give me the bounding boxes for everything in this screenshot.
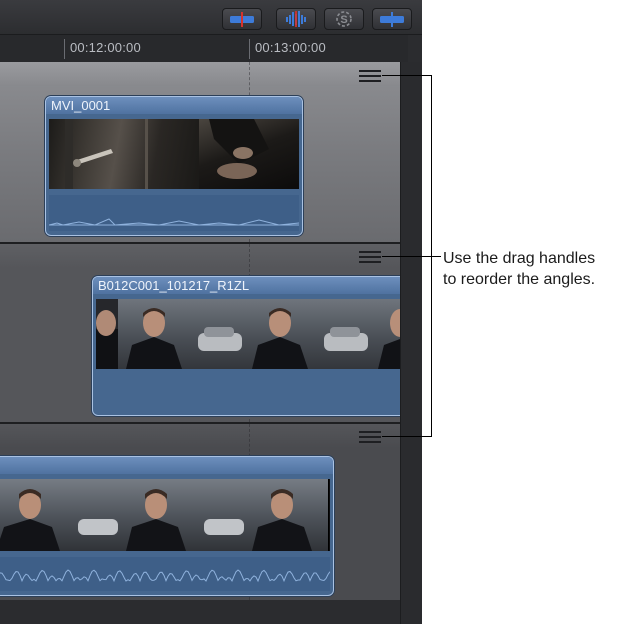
hands-image	[209, 119, 269, 179]
drag-handle-icon[interactable]	[359, 250, 381, 264]
timeline-bottom	[0, 600, 400, 624]
video-clip[interactable]: MVI_0001	[45, 96, 303, 236]
thumbnail-frame	[202, 479, 329, 551]
man-interview-image	[126, 308, 242, 369]
timeline-ruler[interactable]: 00:12:00:00 00:13:00:00	[0, 35, 408, 63]
waveform-graphic	[0, 569, 330, 583]
man-interview-image	[252, 308, 368, 369]
timeline-toolbar: S	[0, 0, 422, 35]
angle-header-bar	[0, 62, 400, 86]
drag-handle-icon[interactable]	[359, 430, 381, 444]
video-clip[interactable]: B012C001_101217_R1ZL	[92, 276, 400, 416]
callout-line-1: Use the drag handles	[443, 250, 596, 267]
solo-icon: S	[336, 11, 352, 27]
clip-name: B012C001_101217_R1ZL	[93, 277, 400, 294]
thumbnail-frame	[244, 299, 371, 369]
callout-pointer	[431, 256, 441, 257]
clip-name: MVI_0001	[46, 97, 302, 114]
man-interview-image	[204, 489, 312, 551]
callout-text: Use the drag handles to reorder the angl…	[443, 248, 624, 290]
ruler-timecode: 00:12:00:00	[70, 40, 141, 55]
clip-filmstrip	[0, 479, 330, 551]
video-audio-button[interactable]	[372, 8, 412, 30]
man-interview-image	[0, 489, 60, 551]
video-audio-icon	[380, 12, 404, 27]
ruler-tick	[249, 39, 250, 59]
audio-waveform-icon	[286, 11, 306, 27]
thumbnail-frame	[76, 479, 203, 551]
video-only-icon	[230, 12, 254, 27]
man-interview-image	[78, 489, 186, 551]
waveform-graphic	[49, 218, 299, 226]
clip-filmstrip	[49, 119, 299, 189]
thumbnail-frame	[0, 479, 77, 551]
thumbnail-frame	[96, 299, 119, 369]
callout-line-2: to reorder the angles.	[443, 271, 596, 288]
angle-header-bar	[0, 244, 400, 268]
callout-leader	[382, 256, 432, 257]
drag-handle-icon[interactable]	[359, 69, 381, 83]
angle-lane[interactable]: B012C001_101217_R1ZL	[0, 244, 400, 422]
audio-waveform	[49, 195, 299, 231]
timeline-scroll-column[interactable]	[400, 62, 422, 624]
door-handle-image	[65, 119, 148, 189]
multicam-angle-editor: S 00:12:00:00 00:13:00:00 MVI_0001 B012C…	[0, 0, 422, 624]
svg-text:S: S	[340, 14, 347, 26]
thumbnail-frame	[118, 299, 245, 369]
thumbnail-frame	[199, 119, 299, 189]
callout-leader	[382, 75, 432, 76]
clip-filmstrip	[96, 299, 400, 369]
audio-waveform	[0, 557, 330, 591]
audio-only-button[interactable]	[276, 8, 316, 30]
solo-button[interactable]: S	[324, 8, 364, 30]
clip-name	[0, 457, 333, 474]
thumbnail-frame	[370, 299, 400, 369]
angle-lane[interactable]	[0, 424, 400, 600]
video-only-button[interactable]	[222, 8, 262, 30]
ruler-tick	[64, 39, 65, 59]
ruler-timecode: 00:13:00:00	[255, 40, 326, 55]
callout-leader	[382, 436, 432, 437]
thumbnail-frame	[49, 119, 200, 189]
video-clip[interactable]	[0, 456, 334, 596]
angle-header-bar	[0, 424, 400, 448]
figure: S 00:12:00:00 00:13:00:00 MVI_0001 B012C…	[0, 0, 624, 624]
angle-lane[interactable]: MVI_0001	[0, 62, 400, 242]
